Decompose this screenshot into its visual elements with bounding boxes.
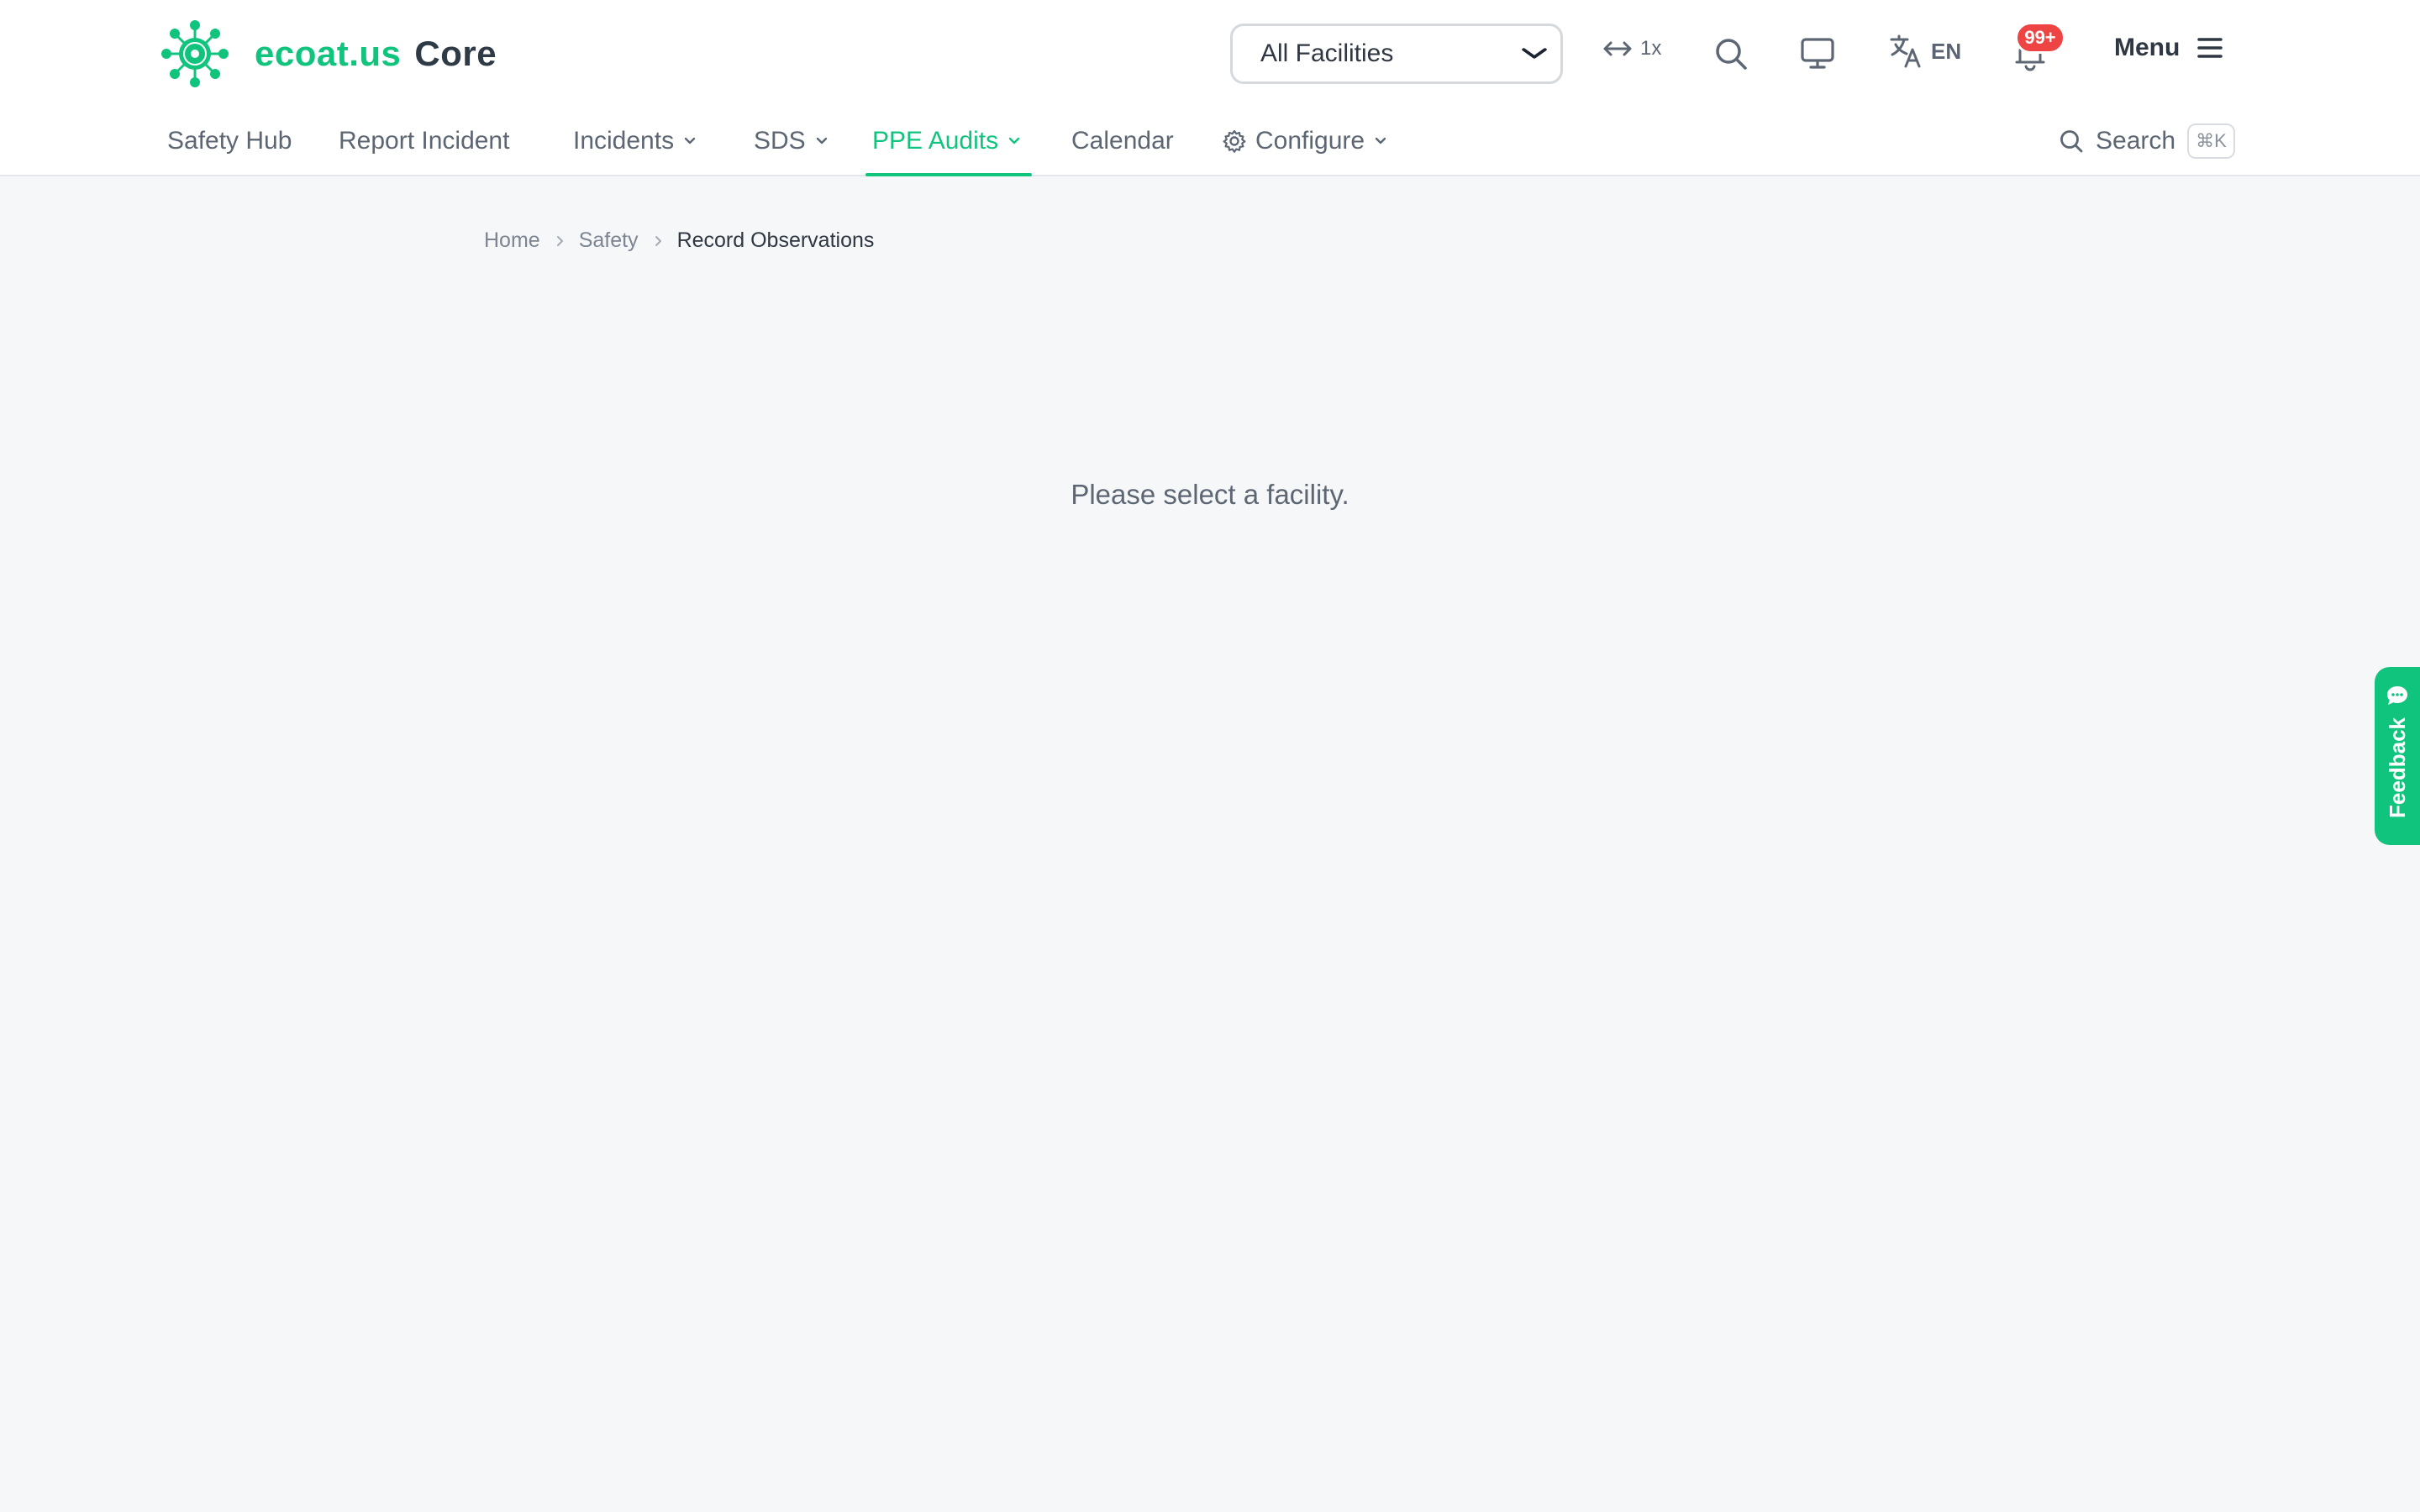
feedback-tab[interactable]: Feedback	[2375, 667, 2420, 845]
search-label: Search	[2096, 127, 2176, 155]
nav-incidents[interactable]: Incidents	[573, 108, 697, 175]
nav-label: Safety Hub	[167, 127, 292, 155]
breadcrumb: Home Safety Record Observations	[484, 228, 874, 253]
chevron-right-icon	[652, 235, 664, 247]
nav-report-incident[interactable]: Report Incident	[339, 108, 509, 175]
nav-label: Incidents	[573, 127, 675, 155]
chevron-down-icon	[1522, 48, 1548, 60]
breadcrumb-home[interactable]: Home	[484, 228, 540, 253]
search-icon	[1714, 37, 1748, 71]
zoom-control[interactable]: 1x	[1603, 37, 1661, 60]
brand-product: Core	[414, 34, 497, 73]
menu-button[interactable]: Menu	[2114, 34, 2223, 62]
keyboard-shortcut-badge: ⌘K	[2187, 123, 2235, 159]
brand[interactable]: ecoat.us Core	[255, 29, 497, 79]
empty-state-message: Please select a facility.	[1071, 479, 1349, 510]
chevron-down-icon	[682, 134, 697, 149]
translate-icon	[1889, 34, 1923, 69]
display-mode-button[interactable]	[1800, 34, 1839, 72]
breadcrumb-current: Record Observations	[676, 228, 875, 252]
language-code: EN	[1931, 38, 1962, 64]
nav-calendar[interactable]: Calendar	[1071, 108, 1174, 175]
logo-icon[interactable]	[161, 20, 229, 87]
search-icon	[2059, 129, 2084, 154]
zoom-label: 1x	[1640, 37, 1662, 60]
notification-count-badge: 99+	[2015, 22, 2065, 54]
monitor-icon	[1800, 36, 1835, 70]
breadcrumb-safety[interactable]: Safety	[579, 228, 639, 253]
nav-label: Configure	[1255, 127, 1365, 155]
feedback-label: Feedback	[2384, 717, 2410, 818]
top-bar: ecoat.us Core All Facilities 1x EN 99+ M…	[0, 0, 2420, 108]
nav-label: PPE Audits	[872, 127, 999, 155]
chevron-down-icon	[814, 134, 829, 149]
header-search-button[interactable]	[1714, 35, 1751, 72]
chevron-right-icon	[554, 235, 566, 247]
nav-sds[interactable]: SDS	[754, 108, 829, 175]
nav-ppe-audits[interactable]: PPE Audits	[865, 108, 1033, 176]
chevron-down-icon	[1007, 134, 1022, 149]
nav-configure[interactable]: Configure	[1222, 108, 1388, 175]
nav-safety-hub[interactable]: Safety Hub	[167, 108, 292, 175]
main-nav: Safety Hub Report Incident Incidents SDS…	[0, 108, 2420, 176]
facility-select[interactable]: All Facilities	[1230, 24, 1563, 84]
nav-label: SDS	[754, 127, 806, 155]
arrows-horizontal-icon	[1603, 40, 1632, 57]
facility-select-value: All Facilities	[1260, 39, 1394, 67]
nav-label: Calendar	[1071, 127, 1174, 155]
global-search[interactable]: Search ⌘K	[2059, 119, 2235, 163]
chat-bubble-icon	[2385, 684, 2410, 707]
chevron-down-icon	[1373, 134, 1388, 149]
gear-icon	[1222, 129, 1247, 154]
menu-label: Menu	[2114, 34, 2181, 61]
hamburger-icon	[2196, 36, 2223, 60]
brand-name: ecoat.us	[255, 34, 402, 73]
nav-label: Report Incident	[339, 127, 510, 155]
language-selector[interactable]: EN	[1889, 34, 1961, 69]
